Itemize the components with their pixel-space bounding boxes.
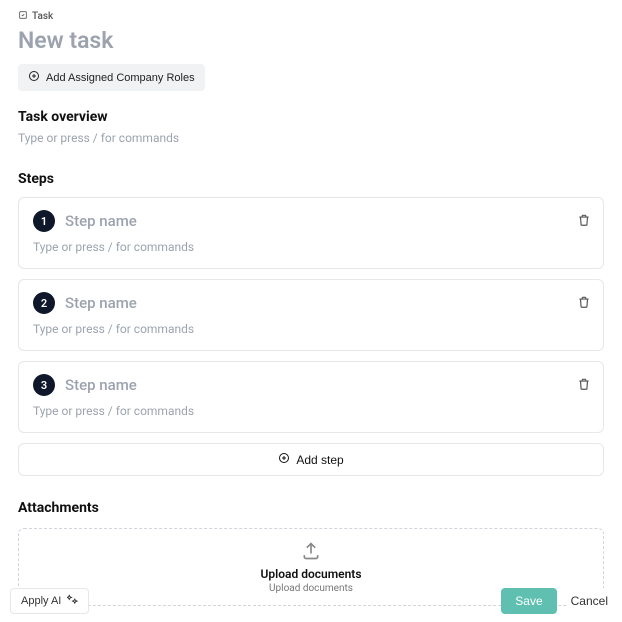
step-number-badge: 3 (33, 374, 55, 396)
task-editor-page: Task New task Add Assigned Company Roles… (0, 0, 622, 622)
add-assigned-roles-button[interactable]: Add Assigned Company Roles (18, 64, 205, 91)
trash-icon (577, 376, 591, 395)
delete-step-button[interactable] (577, 212, 591, 231)
steps-heading: Steps (18, 171, 604, 187)
apply-ai-label: Apply AI (21, 595, 61, 607)
footer-bar: Apply AI Save Cancel (10, 588, 612, 614)
trash-icon (577, 294, 591, 313)
delete-step-button[interactable] (577, 376, 591, 395)
step-number-badge: 1 (33, 210, 55, 232)
breadcrumb-label: Task (32, 11, 53, 22)
delete-step-button[interactable] (577, 294, 591, 313)
step-name-input[interactable]: Step name (65, 376, 589, 394)
step-card: 3 Step name Type or press / for commands (18, 361, 604, 433)
step-card: 1 Step name Type or press / for commands (18, 197, 604, 269)
overview-input[interactable]: Type or press / for commands (18, 129, 604, 145)
plus-circle-icon (28, 70, 40, 85)
save-button[interactable]: Save (501, 588, 556, 614)
upload-title: Upload documents (260, 567, 361, 581)
add-step-label: Add step (296, 453, 343, 467)
apply-ai-button[interactable]: Apply AI (10, 588, 89, 614)
overview-heading: Task overview (18, 109, 604, 125)
step-number-badge: 2 (33, 292, 55, 314)
task-icon (18, 10, 28, 23)
plus-circle-icon (278, 452, 290, 467)
step-body-input[interactable]: Type or press / for commands (33, 240, 589, 254)
breadcrumb[interactable]: Task (18, 10, 604, 23)
step-body-input[interactable]: Type or press / for commands (33, 404, 589, 418)
step-name-input[interactable]: Step name (65, 212, 589, 230)
upload-icon (301, 541, 321, 565)
cancel-button[interactable]: Cancel (567, 588, 612, 614)
add-step-button[interactable]: Add step (18, 443, 604, 476)
step-name-input[interactable]: Step name (65, 294, 589, 312)
sparkle-icon (67, 594, 78, 608)
attachments-heading: Attachments (18, 500, 604, 516)
add-roles-label: Add Assigned Company Roles (46, 72, 195, 84)
page-title[interactable]: New task (18, 27, 604, 54)
step-card: 2 Step name Type or press / for commands (18, 279, 604, 351)
trash-icon (577, 212, 591, 231)
step-body-input[interactable]: Type or press / for commands (33, 322, 589, 336)
